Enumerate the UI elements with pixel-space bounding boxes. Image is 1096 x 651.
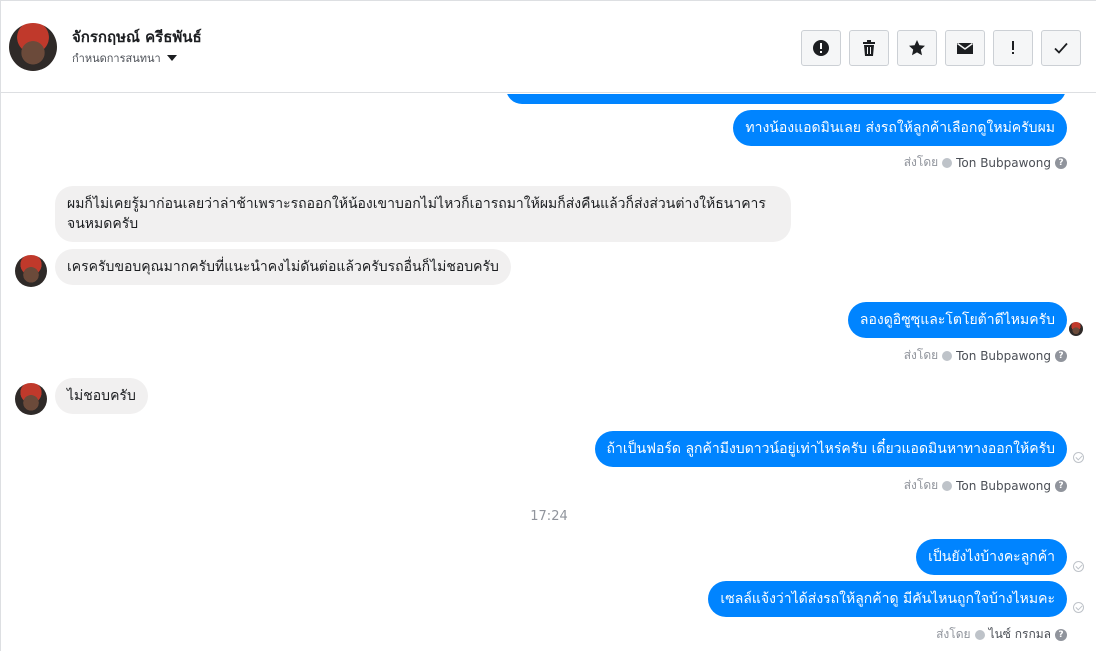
delivered-icon	[1073, 602, 1084, 613]
sent-by-label: ส่งโดย	[936, 627, 971, 641]
envelope-icon	[957, 42, 973, 54]
message-bubble[interactable]: ถ้าเป็นฟอร์ด ลูกค้ามีงบดาวน์อยู่เท่าไหร่…	[594, 431, 1067, 467]
message-bubble[interactable]: ลองดูอิซูซุและโตโยต้าดีไหมครับ	[847, 302, 1067, 338]
help-icon[interactable]: ?	[1055, 156, 1067, 169]
sender-name[interactable]: Ton Bubpawong	[956, 349, 1051, 363]
sender-name[interactable]: Ton Bubpawong	[956, 156, 1051, 170]
delete-button[interactable]	[849, 30, 889, 66]
avatar[interactable]	[15, 255, 47, 287]
delivered-icon	[1073, 452, 1084, 463]
avatar[interactable]	[9, 23, 57, 71]
sent-check-icon	[974, 629, 985, 640]
conversation-panel: จักรกฤษณ์ ครีธพันธ์ กำหนดการสนทนา ทางน้อ…	[0, 0, 1096, 651]
action-toolbar	[801, 30, 1081, 66]
help-icon[interactable]: ?	[1055, 628, 1067, 641]
sent-check-icon	[942, 350, 953, 361]
message-bubble[interactable]: ทางน้องแอดมินเลย ส่งรถให้ลูกค้าเลือกดูให…	[733, 110, 1067, 146]
sent-by-info: ส่งโดย ไนซ์ กรกมล ?	[936, 625, 1067, 644]
star-button[interactable]	[897, 30, 937, 66]
sent-by-info: ส่งโดย Ton Bubpawong ?	[904, 346, 1067, 365]
assign-conversation-dropdown[interactable]: กำหนดการสนทนา	[72, 49, 177, 67]
avatar[interactable]	[15, 383, 47, 415]
timestamp: 17:24	[530, 509, 568, 524]
seen-avatar	[1069, 322, 1083, 336]
spam-button[interactable]	[801, 30, 841, 66]
sent-by-label: ส่งโดย	[903, 155, 939, 169]
message-thread[interactable]: ทางน้องแอดมินเลย ส่งรถให้ลูกค้าเลือกดูให…	[1, 94, 1096, 651]
sender-name[interactable]: Ton Bubpawong	[956, 479, 1051, 493]
message-bubble[interactable]: ไม่ชอบครับ	[55, 378, 148, 414]
sent-by-label: ส่งโดย	[903, 348, 939, 362]
sent-check-icon	[942, 157, 953, 168]
message-bubble[interactable]: เซลล์แจ้งว่าได้ส่งรถให้ลูกค้าดู มีคันไหน…	[708, 581, 1067, 617]
help-icon[interactable]: ?	[1055, 479, 1067, 492]
check-icon	[1054, 42, 1068, 54]
sent-check-icon	[942, 480, 953, 491]
alert-circle-icon	[813, 40, 829, 56]
done-button[interactable]	[1041, 30, 1081, 66]
delivered-icon	[1073, 561, 1084, 572]
message-bubble[interactable]: เครครับขอบคุณมากครับที่แนะนำคงไม่ดันต่อแ…	[55, 249, 511, 285]
assign-label: กำหนดการสนทนา	[72, 52, 161, 65]
sender-name[interactable]: ไนซ์ กรกมล	[989, 625, 1051, 644]
mark-unread-button[interactable]	[945, 30, 985, 66]
contact-name[interactable]: จักรกฤษณ์ ครีธพันธ์	[72, 25, 202, 49]
message-bubble[interactable]: ผมก็ไม่เคยรู้มาก่อนเลยว่าล่าช้าเพราะรถออ…	[55, 186, 791, 242]
follow-up-button[interactable]	[993, 30, 1033, 66]
star-icon	[909, 40, 925, 56]
exclamation-icon	[1012, 41, 1014, 54]
help-icon[interactable]: ?	[1055, 349, 1067, 362]
message-bubble[interactable]: เป็นยังไงบ้างคะลูกค้า	[916, 539, 1067, 575]
caret-down-icon	[166, 55, 177, 61]
trash-icon	[863, 40, 875, 56]
message-bubble-partial[interactable]	[506, 94, 1066, 104]
conversation-header: จักรกฤษณ์ ครีธพันธ์ กำหนดการสนทนา	[1, 1, 1096, 93]
sent-by-info: ส่งโดย Ton Bubpawong ?	[904, 153, 1067, 172]
sent-by-info: ส่งโดย Ton Bubpawong ?	[904, 476, 1067, 495]
sent-by-label: ส่งโดย	[903, 478, 939, 492]
